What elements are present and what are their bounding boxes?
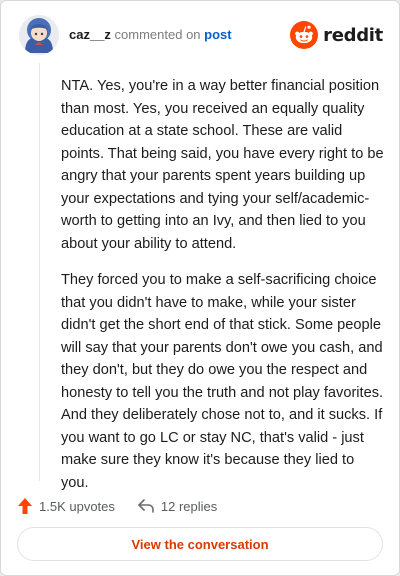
thread-line bbox=[39, 63, 40, 481]
comment-card: caz__z commented on post reddit NTA. Yes… bbox=[0, 0, 400, 576]
reddit-brand[interactable]: reddit bbox=[290, 21, 383, 49]
reddit-snoo-icon bbox=[290, 21, 319, 49]
view-conversation-button[interactable]: View the conversation bbox=[17, 527, 383, 561]
upvote-count: 1.5K upvotes bbox=[39, 498, 115, 514]
avatar-image bbox=[19, 15, 59, 55]
avatar[interactable] bbox=[19, 15, 59, 55]
comment-body: NTA. Yes, you're in a way better financi… bbox=[61, 75, 385, 508]
action-text: commented on bbox=[114, 27, 201, 42]
upvote-button[interactable]: 1.5K upvotes bbox=[17, 497, 115, 515]
comment-meta: caz__z commented on post bbox=[69, 27, 232, 43]
replies-button[interactable]: 12 replies bbox=[137, 498, 217, 514]
post-link[interactable]: post bbox=[204, 27, 231, 42]
upvote-arrow-icon bbox=[18, 498, 32, 514]
comment-header: caz__z commented on post reddit bbox=[19, 15, 383, 55]
comment-paragraph-2: They forced you to make a self-sacrifici… bbox=[61, 272, 384, 491]
comment-paragraph-1: NTA. Yes, you're in a way better financi… bbox=[61, 78, 384, 252]
brand-wordmark: reddit bbox=[323, 24, 383, 46]
reply-arrow-icon bbox=[138, 499, 154, 513]
comment-actions: 1.5K upvotes 12 replies bbox=[17, 495, 217, 517]
reply-count: 12 replies bbox=[160, 498, 218, 514]
username[interactable]: caz__z bbox=[69, 27, 111, 42]
